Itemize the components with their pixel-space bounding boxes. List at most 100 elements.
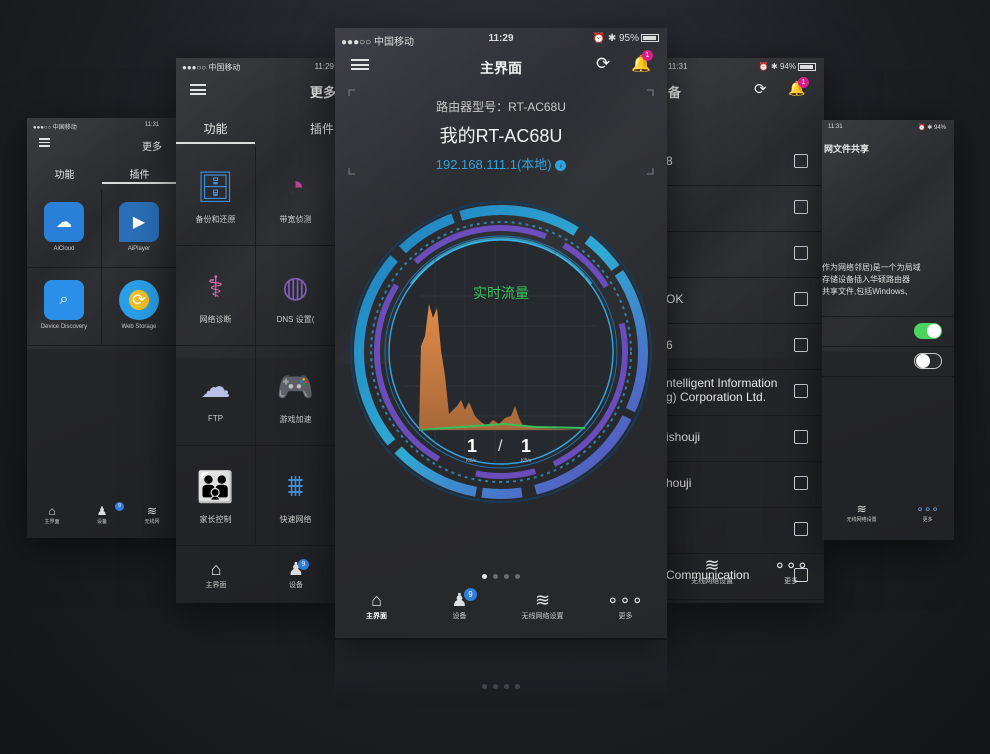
feature-ftp[interactable]: ☁ FTP: [176, 346, 256, 446]
tab-plugins[interactable]: 插件: [102, 162, 177, 184]
device-row[interactable]: 8: [666, 140, 824, 186]
device-row[interactable]: [666, 186, 824, 232]
page-dot[interactable]: [515, 574, 520, 579]
devices-badge: 9: [115, 502, 124, 511]
page-dot[interactable]: [482, 574, 487, 579]
menu-icon[interactable]: [190, 84, 206, 95]
download-unit: KB/s: [521, 458, 532, 464]
phone-screen-more-plugins: ●●●○○ 中国移动 11:31 更多 功能 插件 ☁ AiCloud ▶ Ai…: [27, 118, 177, 538]
router-ip-link[interactable]: 192.168.111.1(本地) ›: [335, 154, 667, 173]
device-icon: [794, 338, 808, 352]
devices-icon: ♟: [451, 590, 468, 610]
share-toggle-2[interactable]: [914, 353, 942, 369]
tab-functions[interactable]: 功能: [176, 114, 255, 144]
device-row[interactable]: 6: [666, 324, 824, 370]
tab-home[interactable]: ⌂ 主界面: [27, 504, 77, 538]
player-icon: ▶: [119, 202, 159, 242]
alarm-icon: ⏰ ✱: [592, 33, 619, 44]
status-bar: ●●●○○ 中国移动 11:29 ⏰ ✱ 95%: [335, 28, 667, 48]
tab-more[interactable]: ∘∘∘ 更多: [758, 553, 824, 603]
device-row[interactable]: houji: [666, 462, 824, 508]
device-icon: [794, 522, 808, 536]
feature-backup-restore[interactable]: 🗄 备份和还原: [176, 146, 256, 246]
device-name: ntelligent Information g) Corporation Lt…: [666, 376, 778, 404]
device-row[interactable]: [666, 508, 824, 554]
feature-quick-network[interactable]: ⩩ 快速网络: [256, 446, 336, 546]
phone-screen-devices: 11:31 ⏰ ✱ 94% 备 ⟳ 🔔 1 8 OK 6 ntelligent Inf…: [666, 58, 824, 603]
tab-functions[interactable]: 功能: [27, 162, 102, 184]
page-indicator: [335, 566, 667, 584]
device-name: ishouji: [666, 430, 701, 444]
tab-devices[interactable]: ♟ 9 设备: [77, 502, 127, 538]
device-name: 6: [666, 338, 673, 352]
status-bar: ●●●○○ 中国移动 11:31: [27, 118, 177, 136]
page-title: 更多: [309, 85, 336, 100]
status-time: 11:31: [668, 62, 688, 71]
bottom-tab-bar: ≋ 无线网络设置 ∘∘∘ 更多: [666, 553, 824, 603]
device-row[interactable]: OK: [666, 278, 824, 324]
file-icon: [794, 200, 808, 214]
refresh-icon[interactable]: ⟳: [596, 54, 610, 74]
device-name: houji: [666, 476, 692, 490]
tab-wireless[interactable]: ≋ 无线网络设置: [822, 502, 901, 540]
stethoscope-icon: ⚕: [207, 270, 224, 304]
tab-devices[interactable]: ♟ 9 设备: [256, 557, 336, 603]
page-dot[interactable]: [504, 574, 509, 579]
notification-bell-icon[interactable]: 🔔 1: [631, 50, 653, 74]
device-name: 8: [666, 154, 673, 168]
phone-screen-main: ●●●○○ 中国移动 11:29 ⏰ ✱ 95% 主界面 ⟳ 🔔 1 路由器型号…: [335, 28, 667, 638]
chevron-right-icon: ›: [555, 160, 567, 172]
tab-bar-top: 功能 插件: [27, 162, 177, 184]
app-web-storage[interactable]: ⟳ Web Storage: [102, 268, 177, 346]
gamepad-icon: 🎮: [276, 370, 315, 404]
tab-home[interactable]: ⌂ 主界面: [176, 557, 256, 603]
upload-value: 1: [467, 436, 478, 456]
download-value: 1: [521, 436, 532, 456]
app-label: AiCloud: [53, 246, 75, 252]
description: 作为网络邻居)是一个为局域 存储设备插入华硕路由器 共享文件,包括Windows…: [822, 263, 921, 296]
phone-screen-more-functions: ●●●○○ 中国移动 11:29 更多 功能 插件 🗄 备份和还原 ◔ 带宽侦测…: [176, 58, 336, 603]
feature-network-diagnosis[interactable]: ⚕ 网络诊断: [176, 246, 256, 346]
status-battery: ⏰ ✱ 94%: [759, 62, 816, 71]
device-row[interactable]: ishouji: [666, 416, 824, 462]
tab-more[interactable]: ∘∘∘ 更多: [584, 586, 667, 638]
page-title: 备: [668, 85, 682, 100]
app-grid: ☁ AiCloud ▶ AiPlayer ⌕ Device Discovery …: [27, 190, 177, 346]
page-dot[interactable]: [493, 574, 498, 579]
cloud-icon: ☁: [44, 202, 84, 242]
tab-more[interactable]: ∘∘∘ 更多: [901, 502, 954, 540]
feature-bandwidth[interactable]: ◔ 带宽侦测: [256, 146, 336, 246]
gauge-title: 实时流量: [473, 285, 529, 301]
page-title: 主界面: [480, 60, 522, 76]
status-time: 11:31: [144, 122, 160, 128]
tab-plugins[interactable]: 插件: [255, 114, 336, 144]
tab-wireless[interactable]: ≋ 无线网络设置: [666, 553, 758, 603]
app-aiplayer[interactable]: ▶ AiPlayer: [102, 190, 177, 268]
share-toggle-1[interactable]: [914, 323, 942, 339]
home-icon: ⌂: [48, 504, 56, 518]
tab-wireless[interactable]: ≋ 无线网络设置: [501, 586, 584, 638]
feature-parental-control[interactable]: 👪 家长控制: [176, 446, 256, 546]
notification-bell-icon[interactable]: 🔔 1: [788, 77, 809, 97]
tab-home[interactable]: ⌂ 主界面: [335, 586, 418, 638]
device-row[interactable]: [666, 232, 824, 278]
app-device-discovery[interactable]: ⌕ Device Discovery: [27, 268, 102, 346]
status-bar: 11:31 ⏰ ✱ 94%: [822, 120, 954, 138]
device-name: OK: [666, 292, 684, 306]
tab-wireless[interactable]: ≋ 无线网: [127, 504, 177, 538]
feature-game-boost[interactable]: 🎮 游戏加速: [256, 346, 336, 446]
feature-dns[interactable]: ◍ DNS 设置(: [256, 246, 336, 346]
status-battery: ⏰ ✱ 95%: [593, 33, 659, 44]
status-time: 11:31: [828, 124, 843, 130]
parental-control-icon: 👪: [196, 470, 235, 504]
file-icon: [794, 384, 808, 398]
status-bar: 11:31 ⏰ ✱ 94%: [666, 58, 824, 76]
notification-badge: 1: [798, 77, 809, 88]
device-row[interactable]: ntelligent Information g) Corporation Lt…: [666, 370, 824, 416]
app-aicloud[interactable]: ☁ AiCloud: [27, 190, 102, 268]
tab-devices[interactable]: ♟ 9 设备: [418, 586, 501, 638]
app-label: Web Storage: [121, 324, 157, 330]
refresh-icon[interactable]: ⟳: [754, 80, 767, 98]
devices-badge: 9: [464, 588, 477, 601]
backup-icon: 🗄: [196, 170, 235, 204]
